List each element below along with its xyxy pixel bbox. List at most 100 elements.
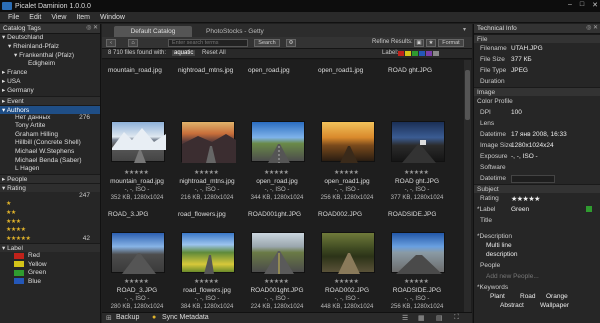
photo-open-road1[interactable]	[321, 121, 375, 163]
tree-item-usa[interactable]: ▸ USA	[0, 78, 100, 87]
sync-metadata-button[interactable]: Sync Metadata	[162, 314, 209, 321]
thumbnail-item[interactable]: ★★★★★ open_road1.jpg -, -, ISO - 256 KB,…	[316, 84, 378, 204]
backup-icon[interactable]: ⊞	[106, 314, 112, 322]
field-value[interactable]: Green	[511, 206, 529, 213]
thumbnail-item[interactable]: ★★★★★ open_road.jpg -, -, ISO - 344 KB, …	[246, 84, 308, 204]
section-image[interactable]: Image	[474, 87, 600, 96]
tree-item-frankenthal[interactable]: ▾ Frankenthal (Pfalz)	[0, 52, 100, 61]
grid-scrollbar[interactable]	[464, 60, 471, 312]
photo-mountain-road[interactable]	[111, 121, 166, 163]
photo-open-road[interactable]	[251, 121, 305, 163]
search-input[interactable]: Enter search terms	[168, 39, 248, 47]
refine-toggle-icon[interactable]: ▣	[414, 39, 424, 47]
keyword-tag[interactable]: Orange	[546, 293, 568, 300]
keyword-tag[interactable]: Road	[520, 293, 536, 300]
menu-file[interactable]: File	[8, 14, 19, 21]
section-subject[interactable]: Subject	[474, 184, 600, 193]
author-item[interactable]: Graham Hilling	[0, 131, 100, 140]
filter-tag[interactable]: aquatic	[172, 50, 196, 56]
photo-road001[interactable]	[251, 232, 305, 274]
photo-nightroad-mtns[interactable]	[181, 121, 236, 163]
thumbnail-item[interactable]: ★★★★★ ROADSIDE.JPG -, -, ISO - 256 KB, 1…	[386, 220, 448, 312]
swatch-red[interactable]	[398, 51, 404, 56]
label-item-yellow[interactable]: Yellow	[0, 261, 100, 270]
swatch-green[interactable]	[412, 51, 418, 56]
field-value[interactable]: UTAH.JPG	[511, 45, 543, 52]
close-icon[interactable]: ✕	[592, 1, 598, 9]
rating-stars[interactable]: ★★★★★	[264, 169, 289, 176]
back-icon[interactable]: ‹	[106, 39, 116, 47]
add-people-input[interactable]: Add new People...	[486, 273, 539, 280]
label-item-green[interactable]: Green	[0, 269, 100, 278]
author-item[interactable]: Tony Artite	[0, 122, 100, 131]
tree-item-germany[interactable]: ▸ Germany	[0, 87, 100, 96]
thumbnail-item[interactable]: ★★★★★ ROAD_3.JPG -, -, ISO - 280 KB, 128…	[106, 220, 168, 312]
description-line-2[interactable]: description	[474, 251, 600, 260]
label-item-blue[interactable]: Blue	[0, 278, 100, 287]
format-dropdown[interactable]: Format	[438, 39, 464, 47]
tree-item-deutschland[interactable]: ▾ Deutschland	[0, 34, 100, 43]
maximize-icon[interactable]: □	[580, 1, 584, 9]
rating-item[interactable]: ★★	[0, 209, 100, 218]
rating-item[interactable]: 247	[0, 192, 100, 201]
keyword-tag[interactable]: Plant	[490, 293, 505, 300]
swatch-purple[interactable]	[426, 51, 432, 56]
swatch-gray[interactable]	[433, 51, 439, 56]
menu-view[interactable]: View	[51, 14, 66, 21]
tree-item-edigheim[interactable]: Edigheim	[0, 60, 100, 69]
panel-options-icon[interactable]: ◎ ✕	[86, 24, 98, 31]
minimize-icon[interactable]: –	[568, 1, 572, 9]
rating-item[interactable]: ★	[0, 200, 100, 209]
tree-item-france[interactable]: ▸ France	[0, 69, 100, 78]
rating-stars[interactable]: ★★★★★	[404, 278, 429, 285]
description-line-1[interactable]: Multi line	[474, 242, 600, 251]
rating-stars[interactable]: ★★★★★	[124, 278, 149, 285]
rating-stars[interactable]: ★★★★★	[124, 169, 149, 176]
menu-window[interactable]: Window	[100, 14, 125, 21]
rating-stars[interactable]: ★★★★★	[194, 278, 219, 285]
thumbnail-item[interactable]: ★★★★★ ROAD002.JPG -, -, ISO - 448 KB, 12…	[316, 220, 378, 312]
menu-item[interactable]: Item	[76, 14, 90, 21]
rating-stars[interactable]: ★★★★★	[334, 169, 359, 176]
section-label[interactable]: ▾ Label	[0, 243, 100, 253]
reset-all-link[interactable]: Reset All	[202, 50, 226, 56]
section-file[interactable]: File	[474, 34, 600, 43]
rating-item[interactable]: ★★★★★ 42	[0, 235, 100, 244]
section-authors[interactable]: ▾ Authors	[0, 104, 100, 114]
label-item-red[interactable]: Red	[0, 252, 100, 261]
thumbnail-item[interactable]: ★★★★★ ROAD ght.JPG -, -, ISO - 377 KB, 1…	[386, 84, 448, 204]
section-people[interactable]: ▸ People	[0, 173, 100, 183]
author-item[interactable]: L Hagen	[0, 165, 100, 174]
thumbnail-item[interactable]: ★★★★★ mountain_road.jpg -, -, ISO - 352 …	[106, 84, 168, 204]
label-filter-swatches[interactable]	[398, 51, 439, 56]
rating-stars[interactable]: ★★★★★	[404, 169, 429, 176]
swatch-yellow[interactable]	[405, 51, 411, 56]
author-item[interactable]: Нет данных 276	[0, 114, 100, 123]
author-item[interactable]: Michael Benda (Saber)	[0, 157, 100, 166]
rating-stars[interactable]: ★★★★★	[334, 278, 359, 285]
swatch-blue[interactable]	[419, 51, 425, 56]
view-grid-icon[interactable]: ▦	[418, 314, 425, 322]
search-button[interactable]: Search	[254, 39, 280, 47]
star-filter-icon[interactable]: ★	[426, 39, 436, 47]
datetime-input[interactable]	[511, 175, 555, 183]
sync-icon[interactable]: ●	[152, 314, 156, 321]
keyword-tag[interactable]: Abstract	[500, 302, 524, 309]
scrollbar-thumb[interactable]	[465, 70, 470, 120]
tab-default-catalog[interactable]: Default Catalog	[114, 26, 192, 37]
settings-icon[interactable]: ⚙	[286, 39, 296, 47]
tab-menu-icon[interactable]: ▾	[463, 26, 466, 33]
photo-road-3[interactable]	[111, 232, 165, 274]
menu-edit[interactable]: Edit	[29, 14, 41, 21]
view-details-icon[interactable]: ▤	[436, 314, 443, 322]
photo-road-flowers[interactable]	[181, 232, 235, 274]
thumbnail-item[interactable]: ★★★★★ road_flowers.jpg -, -, ISO - 384 K…	[176, 220, 238, 312]
tab-photostocks[interactable]: PhotoStocks - Getty	[198, 26, 272, 37]
rating-stars[interactable]: ★★★★★	[511, 195, 540, 203]
photo-road002[interactable]	[321, 232, 375, 274]
tree-item-rheinland-pfalz[interactable]: ▾ Rheinland-Pfalz	[0, 43, 100, 52]
view-list-icon[interactable]: ☰	[402, 314, 408, 322]
author-item[interactable]: Michael W.Stephens	[0, 148, 100, 157]
backup-button[interactable]: Backup	[116, 314, 139, 321]
rating-item[interactable]: ★★★	[0, 218, 100, 227]
